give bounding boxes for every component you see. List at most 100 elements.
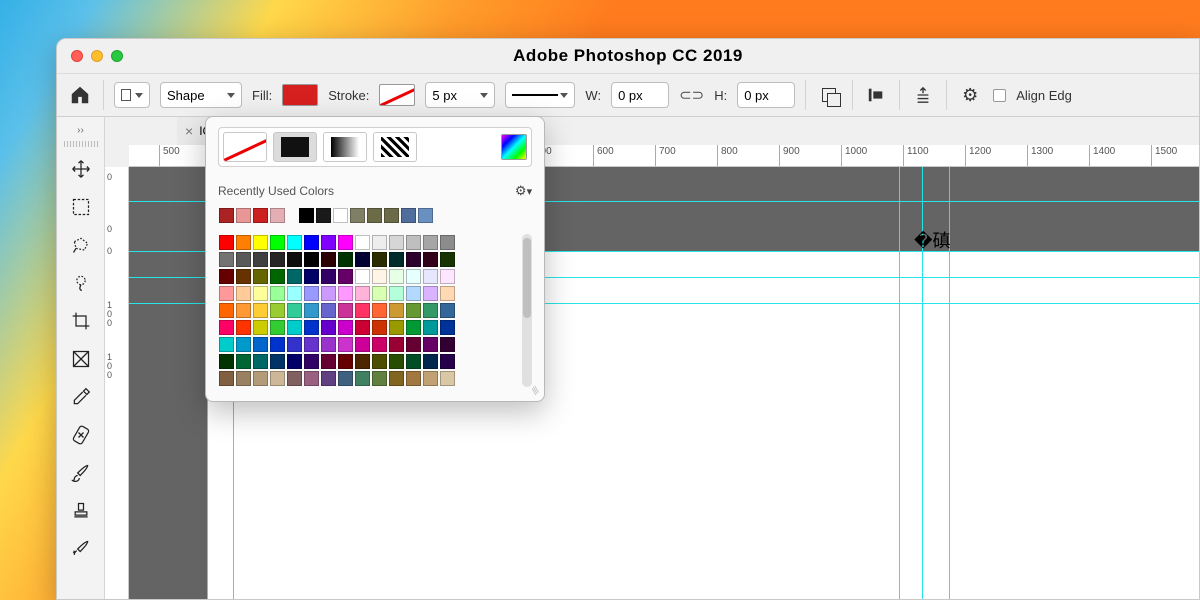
color-swatch[interactable] [355,286,370,301]
swatches-scrollbar[interactable] [522,234,532,387]
eyedropper-tool[interactable] [63,379,99,415]
guide-vertical[interactable] [899,167,900,599]
color-swatch[interactable] [406,371,421,386]
home-button[interactable] [67,82,93,108]
shape-preset-dropdown[interactable] [114,82,150,108]
close-window-button[interactable] [71,50,83,62]
color-swatch[interactable] [389,371,404,386]
color-swatch[interactable] [304,303,319,318]
color-swatch[interactable] [338,235,353,250]
recent-swatch[interactable] [367,208,382,223]
color-swatch[interactable] [440,252,455,267]
fill-pattern-button[interactable] [373,132,417,162]
color-swatch[interactable] [236,286,251,301]
color-swatch[interactable] [304,337,319,352]
color-swatch[interactable] [406,286,421,301]
recent-swatch[interactable] [299,208,314,223]
color-swatch[interactable] [355,303,370,318]
guide-vertical[interactable] [949,167,950,599]
color-swatch[interactable] [338,252,353,267]
crop-tool[interactable] [63,303,99,339]
color-swatch[interactable] [406,337,421,352]
color-swatch[interactable] [338,286,353,301]
color-swatch[interactable] [287,252,302,267]
color-swatch[interactable] [219,252,234,267]
color-swatch[interactable] [219,371,234,386]
color-swatch[interactable] [389,286,404,301]
color-swatch[interactable] [321,235,336,250]
color-swatch[interactable] [287,337,302,352]
color-swatch[interactable] [389,269,404,284]
recent-swatch[interactable] [253,208,268,223]
color-swatch[interactable] [270,303,285,318]
color-swatch[interactable] [372,354,387,369]
color-swatch[interactable] [253,337,268,352]
stamp-tool[interactable] [63,493,99,529]
fill-none-button[interactable] [223,132,267,162]
color-swatch[interactable] [270,235,285,250]
color-swatch[interactable] [236,320,251,335]
color-swatch[interactable] [287,286,302,301]
color-swatch[interactable] [321,354,336,369]
color-swatch[interactable] [372,371,387,386]
color-swatch[interactable] [372,286,387,301]
color-swatch[interactable] [219,354,234,369]
color-swatch[interactable] [236,337,251,352]
color-swatch[interactable] [355,354,370,369]
recent-swatch[interactable] [236,208,251,223]
align-button[interactable] [863,82,889,108]
color-swatch[interactable] [321,337,336,352]
tool-mode-dropdown[interactable]: Shape [160,82,242,108]
color-swatch[interactable] [338,303,353,318]
color-swatch[interactable] [253,303,268,318]
popover-resize-grip[interactable]: /// [530,386,542,398]
recent-swatch[interactable] [350,208,365,223]
color-swatch[interactable] [372,320,387,335]
color-swatch[interactable] [338,320,353,335]
color-swatch[interactable] [406,252,421,267]
panel-grip[interactable] [64,141,98,147]
quick-select-tool[interactable] [63,265,99,301]
color-swatch[interactable] [423,371,438,386]
recent-swatch[interactable] [384,208,399,223]
color-swatch[interactable] [423,354,438,369]
color-swatch[interactable] [440,354,455,369]
color-swatch[interactable] [423,303,438,318]
color-swatch[interactable] [423,252,438,267]
color-swatch[interactable] [423,337,438,352]
path-operations-button[interactable] [816,82,842,108]
history-brush-tool[interactable] [63,531,99,567]
color-swatch[interactable] [253,252,268,267]
color-swatch[interactable] [287,235,302,250]
color-swatch[interactable] [389,320,404,335]
color-swatch[interactable] [389,252,404,267]
color-swatch[interactable] [355,235,370,250]
color-swatch[interactable] [270,337,285,352]
fill-swatch[interactable] [282,84,318,106]
color-swatch[interactable] [270,354,285,369]
color-swatch[interactable] [253,286,268,301]
color-swatch[interactable] [355,269,370,284]
minimize-window-button[interactable] [91,50,103,62]
color-swatch[interactable] [270,286,285,301]
color-swatch[interactable] [406,320,421,335]
color-swatch[interactable] [423,235,438,250]
color-swatch[interactable] [406,303,421,318]
stroke-width-dropdown[interactable]: 5 px [425,82,495,108]
recent-swatch[interactable] [401,208,416,223]
color-picker-button[interactable] [501,134,527,160]
color-swatch[interactable] [423,320,438,335]
color-swatch[interactable] [270,320,285,335]
color-swatch[interactable] [253,269,268,284]
color-swatch[interactable] [321,371,336,386]
color-swatch[interactable] [423,286,438,301]
color-swatch[interactable] [287,354,302,369]
move-tool[interactable] [63,151,99,187]
align-edges-checkbox[interactable] [993,89,1006,102]
color-swatch[interactable] [304,354,319,369]
color-swatch[interactable] [440,371,455,386]
color-swatch[interactable] [355,252,370,267]
color-swatch[interactable] [440,303,455,318]
color-swatch[interactable] [372,303,387,318]
color-swatch[interactable] [219,235,234,250]
